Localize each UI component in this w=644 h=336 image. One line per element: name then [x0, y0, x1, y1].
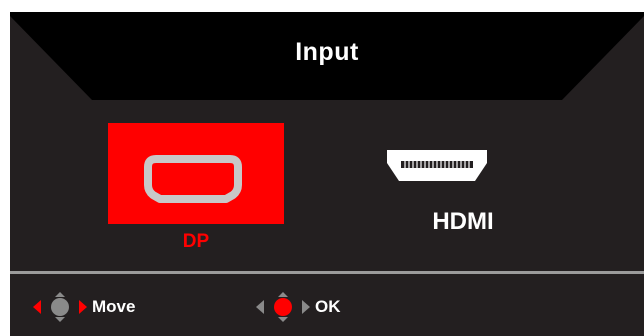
- input-menu-panel: Input DP HDMI Move OK: [10, 12, 644, 336]
- move-hint: Move: [32, 292, 172, 322]
- ok-hint: OK: [255, 292, 375, 322]
- ok-hint-label: OK: [315, 297, 341, 316]
- left-right-arrows-icon: [33, 292, 87, 322]
- input-option-dp-label: DP: [182, 231, 210, 252]
- move-hint-label: Move: [92, 297, 136, 316]
- input-option-dp[interactable]: [108, 123, 284, 224]
- footer-divider: [10, 271, 644, 274]
- ok-button-icon: [256, 292, 310, 322]
- menu-title: Input: [295, 38, 359, 66]
- menu-header: Input: [10, 12, 644, 100]
- displayport-icon: [144, 155, 242, 203]
- input-option-hdmi-label: HDMI: [432, 208, 494, 235]
